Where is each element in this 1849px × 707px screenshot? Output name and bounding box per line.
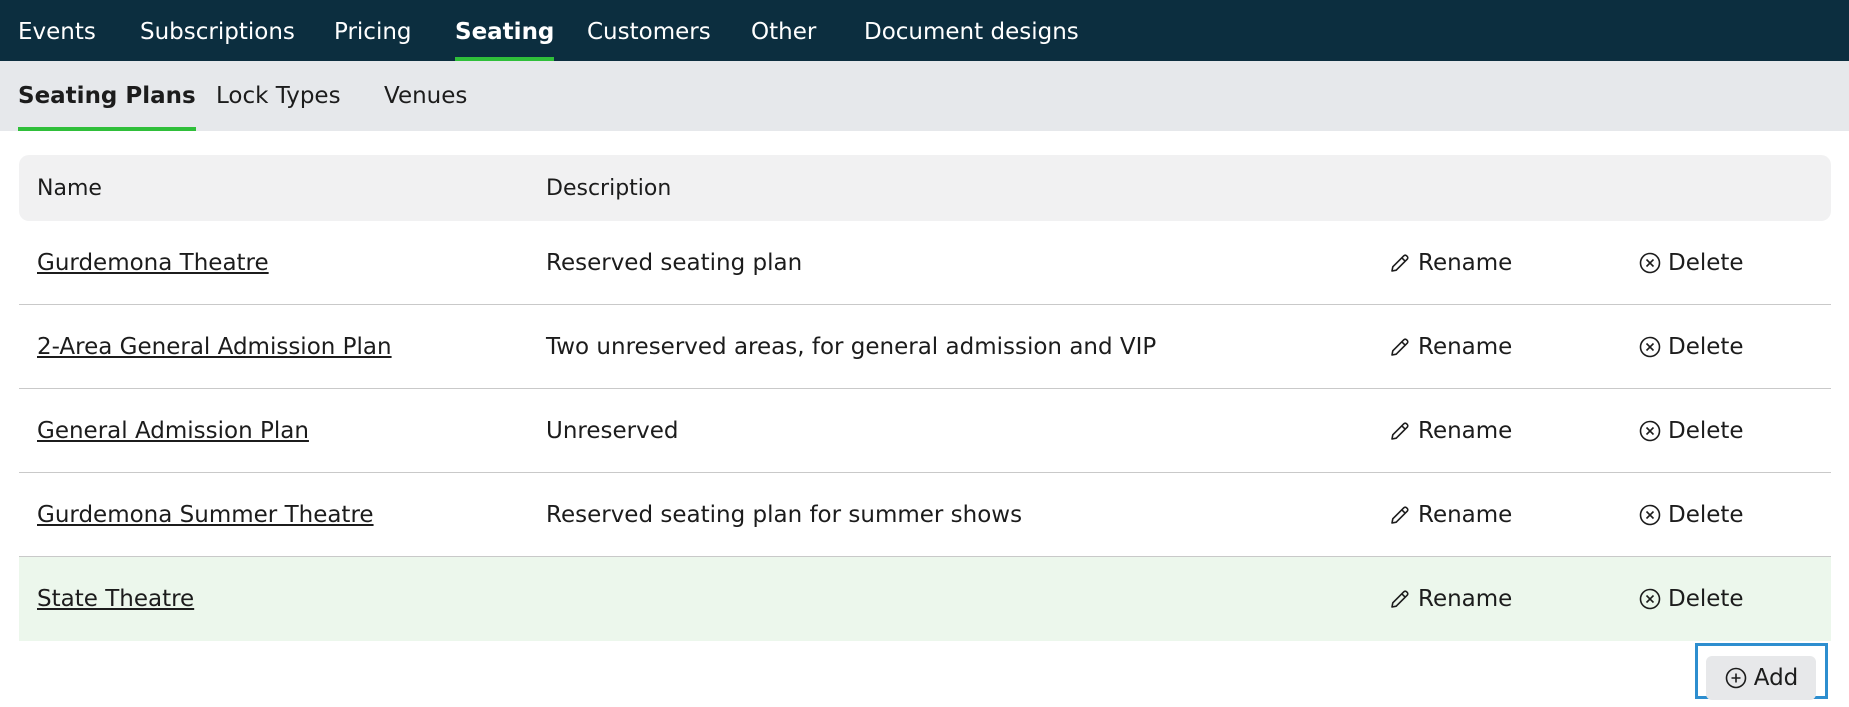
circle-x-icon — [1639, 336, 1661, 358]
tab-lock-types[interactable]: Lock Types — [216, 61, 341, 131]
nav-other[interactable]: Other — [751, 0, 816, 61]
circle-x-icon — [1639, 252, 1661, 274]
delete-label: Delete — [1668, 334, 1744, 360]
table-row: State Theatre Rename Delete — [19, 557, 1831, 641]
top-navigation: Events Subscriptions Pricing Seating Cus… — [0, 0, 1849, 61]
delete-label: Delete — [1668, 502, 1744, 528]
plan-description: Reserved seating plan for summer shows — [546, 502, 1023, 528]
column-header-name: Name — [37, 176, 102, 201]
plan-name-link[interactable]: 2-Area General Admission Plan — [37, 334, 392, 360]
circle-plus-icon — [1725, 667, 1747, 689]
pencil-icon — [1391, 422, 1409, 440]
plan-description: Reserved seating plan — [546, 250, 803, 276]
rename-button[interactable]: Rename — [1388, 473, 1512, 557]
delete-label: Delete — [1668, 418, 1744, 444]
delete-label: Delete — [1668, 586, 1744, 612]
add-button[interactable]: Add — [1706, 656, 1816, 700]
delete-label: Delete — [1668, 250, 1744, 276]
nav-document-designs[interactable]: Document designs — [864, 0, 1079, 61]
circle-x-icon — [1639, 420, 1661, 442]
nav-seating[interactable]: Seating — [455, 0, 555, 61]
table-row: 2-Area General Admission Plan Two unrese… — [19, 305, 1831, 389]
rename-label: Rename — [1418, 586, 1513, 612]
tab-venues[interactable]: Venues — [384, 61, 467, 131]
seating-plans-table: Name Description Gurdemona Theatre Reser… — [19, 155, 1831, 641]
circle-x-icon — [1639, 504, 1661, 526]
rename-label: Rename — [1418, 418, 1513, 444]
plan-description: Two unreserved areas, for general admiss… — [546, 334, 1157, 360]
plan-name-link[interactable]: Gurdemona Summer Theatre — [37, 502, 374, 528]
column-header-description: Description — [546, 176, 672, 201]
plan-name-link[interactable]: Gurdemona Theatre — [37, 250, 269, 276]
delete-button[interactable]: Delete — [1638, 557, 1744, 641]
delete-button[interactable]: Delete — [1638, 389, 1744, 473]
rename-button[interactable]: Rename — [1388, 389, 1512, 473]
rename-label: Rename — [1418, 502, 1513, 528]
rename-label: Rename — [1418, 250, 1513, 276]
pencil-icon — [1391, 506, 1409, 524]
add-label: Add — [1753, 665, 1799, 691]
circle-x-icon — [1639, 588, 1661, 610]
plan-description: Unreserved — [546, 418, 679, 444]
delete-button[interactable]: Delete — [1638, 473, 1744, 557]
table-row: General Admission Plan Unreserved Rename… — [19, 389, 1831, 473]
nav-subscriptions[interactable]: Subscriptions — [140, 0, 295, 61]
nav-customers[interactable]: Customers — [587, 0, 711, 61]
rename-button[interactable]: Rename — [1388, 305, 1512, 389]
table-row: Gurdemona Theatre Reserved seating plan … — [19, 221, 1831, 305]
plan-name-link[interactable]: General Admission Plan — [37, 418, 309, 444]
rename-label: Rename — [1418, 334, 1513, 360]
rename-button[interactable]: Rename — [1388, 557, 1512, 641]
nav-pricing[interactable]: Pricing — [334, 0, 412, 61]
nav-events[interactable]: Events — [18, 0, 96, 61]
plan-name-link[interactable]: State Theatre — [37, 586, 194, 612]
sub-navigation: Seating Plans Lock Types Venues — [0, 61, 1849, 131]
table-row: Gurdemona Summer Theatre Reserved seatin… — [19, 473, 1831, 557]
table-header: Name Description — [19, 155, 1831, 221]
tab-seating-plans[interactable]: Seating Plans — [18, 61, 196, 131]
pencil-icon — [1391, 338, 1409, 356]
rename-button[interactable]: Rename — [1388, 221, 1512, 305]
delete-button[interactable]: Delete — [1638, 305, 1744, 389]
delete-button[interactable]: Delete — [1638, 221, 1744, 305]
pencil-icon — [1391, 254, 1409, 272]
pencil-icon — [1391, 590, 1409, 608]
